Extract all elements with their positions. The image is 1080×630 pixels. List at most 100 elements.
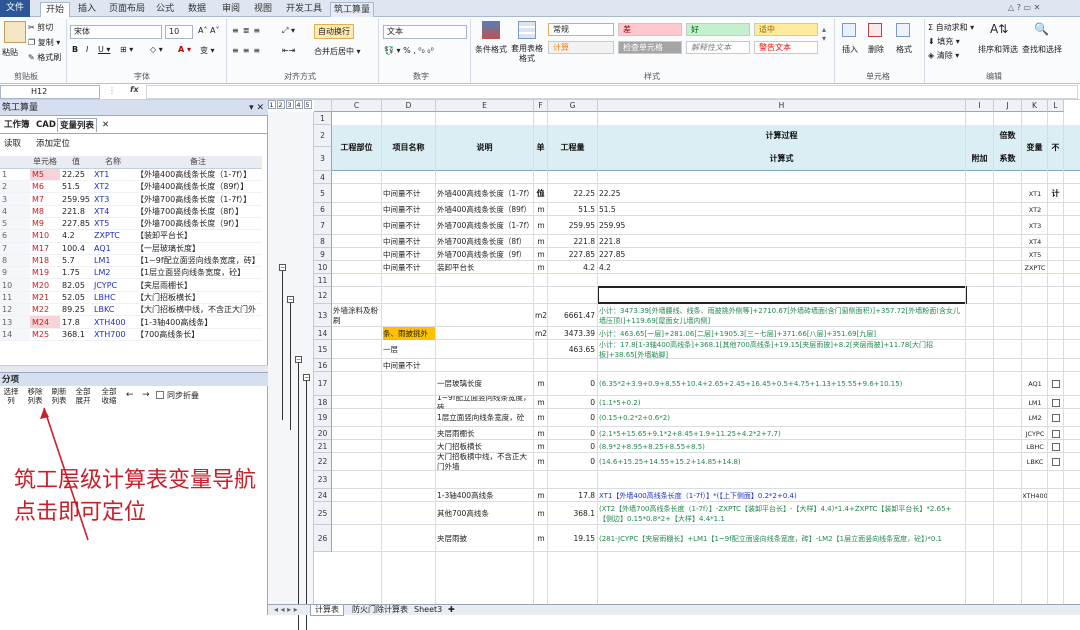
cell-formula[interactable]: 227.85 [599, 248, 965, 261]
sheet-tab-sheet3[interactable]: Sheet3 [410, 605, 446, 616]
row-header[interactable]: 13 [314, 304, 332, 327]
cell-item[interactable]: 一层 [383, 340, 435, 359]
arrow-left-icon[interactable]: ← [126, 390, 134, 400]
row-header[interactable]: 5 [314, 184, 332, 203]
cell-qty[interactable]: 51.5 [549, 203, 597, 216]
cell-formula[interactable] [599, 171, 965, 184]
phonetic-icon[interactable]: 变 ▾ [200, 45, 215, 56]
cell-var[interactable] [1023, 340, 1047, 359]
tab-home[interactable]: 开始 [40, 2, 70, 17]
row-header[interactable]: 1 [314, 112, 332, 125]
cell-qty[interactable]: 4.2 [549, 261, 597, 274]
cell-qty[interactable] [549, 171, 597, 184]
cell-var[interactable] [1023, 502, 1047, 525]
variable-row[interactable]: 4 M8 221.8 XT4 【外墙700高线条长度（8f）】 [0, 205, 262, 218]
fill-button[interactable]: ⬇ 填充 ▾ [928, 36, 960, 47]
cell-formula[interactable]: 4.2 [599, 261, 965, 274]
select-all-corner[interactable] [314, 100, 332, 112]
cell-unit[interactable]: m [535, 409, 547, 427]
format-painter-button[interactable]: ✎ 格式刷 [28, 52, 61, 63]
column-header[interactable]: E [436, 100, 534, 112]
row-header[interactable]: 2 [314, 125, 332, 147]
cell-unit[interactable]: m [535, 502, 547, 525]
horizontal-align-icons[interactable]: ≡≡≡ [232, 46, 264, 55]
font-name-select[interactable]: 宋体 [70, 25, 162, 39]
cell-qty[interactable]: 227.85 [549, 248, 597, 261]
variable-row[interactable]: 8 M18 5.7 LM1 【1~9f配立面竖向线条宽度，砖】 [0, 254, 262, 268]
tab-review[interactable]: 审阅 [218, 2, 244, 17]
row-header[interactable]: 16 [314, 359, 332, 372]
orientation-icon[interactable]: ⤢ ▾ [282, 26, 295, 36]
cell-desc[interactable]: 1层立面竖向线条宽度，砼 [437, 409, 533, 427]
outline-collapse-icon[interactable]: − [279, 264, 286, 271]
cell-var[interactable]: LM2 [1023, 409, 1047, 427]
add-locate-button[interactable]: 添加定位 [36, 137, 70, 149]
cell-var[interactable] [1023, 171, 1047, 184]
cell-qty[interactable]: 0 [549, 409, 597, 427]
cell-var[interactable] [1023, 274, 1047, 287]
cell-desc[interactable]: 外墙700高线条长度（8f） [437, 235, 533, 248]
variable-row[interactable]: 6 M10 4.2 ZXPTC 【装卸平台长】 [0, 229, 262, 243]
cell-desc[interactable] [437, 471, 533, 489]
nocalc-checkbox[interactable] [1052, 429, 1060, 438]
variable-row[interactable]: 2 M6 51.5 XT2 【外墙400高线条长度（89f）】 [0, 180, 262, 194]
cell-formula[interactable]: 51.5 [599, 203, 965, 216]
cell-qty[interactable]: 259.95 [549, 216, 597, 235]
cell-unit[interactable]: m [535, 453, 547, 471]
cell-formula[interactable]: (0.15+0.2*2+0.6*2) [599, 409, 965, 427]
column-header[interactable]: C [332, 100, 382, 112]
cell-unit[interactable]: m [535, 184, 547, 203]
outline-collapse-icon[interactable]: − [303, 374, 310, 381]
cell-unit[interactable] [535, 287, 547, 304]
tab-insert[interactable]: 插入 [74, 2, 100, 17]
sync-fold-checkbox[interactable] [156, 391, 164, 399]
row-header[interactable]: 17 [314, 372, 332, 396]
cell-formula[interactable]: (281-JCYPC【夹层雨棚长】+LM1【1~9f配立面竖向线条宽度，砖】-L… [599, 525, 965, 552]
cell-desc[interactable] [437, 274, 533, 287]
cell-unit[interactable]: m [535, 235, 547, 248]
underline-button[interactable]: U ▾ [98, 45, 110, 54]
cell-qty[interactable]: 22.25 [549, 184, 597, 203]
cell-var[interactable] [1023, 359, 1047, 372]
cell-desc[interactable]: 大门招板横中线，不含正大门外墙 [437, 453, 533, 471]
row-header[interactable]: 11 [314, 274, 332, 287]
conditional-format-icon[interactable] [482, 21, 500, 39]
column-header[interactable]: K [1022, 100, 1048, 112]
sheet-tab-calc[interactable]: 计算表 [310, 605, 344, 616]
cell-qty[interactable]: 6661.47 [549, 304, 597, 327]
number-format-select[interactable]: 文本 [383, 25, 467, 39]
cell-qty[interactable]: 0 [549, 440, 597, 453]
cell-unit[interactable]: m2 [535, 327, 547, 340]
tab-zhugong[interactable]: 筑工算量 [330, 2, 374, 17]
tab-view[interactable]: 视图 [250, 2, 276, 17]
style-normal[interactable]: 常规 [548, 23, 614, 36]
nocalc-checkbox[interactable] [1052, 398, 1060, 407]
cell-var[interactable]: XT1 [1023, 184, 1047, 203]
window-controls[interactable]: △ ? ▭ ✕ [1008, 3, 1040, 12]
table-format-button[interactable]: 套用表格格式 [510, 44, 544, 64]
outline-collapse-icon[interactable]: − [295, 356, 302, 363]
fx-icon[interactable]: fx [130, 85, 139, 94]
indent-icons[interactable]: ⇤⇥ [282, 46, 295, 55]
sort-filter-icon[interactable]: A⇅ [990, 22, 1008, 36]
styles-scroll-icon[interactable]: ▴ ▾ [822, 25, 826, 43]
cell-item[interactable]: 中间量不计 [383, 203, 435, 216]
italic-button[interactable]: I [86, 45, 88, 54]
variable-row[interactable]: 13 M24 17.8 XTH400 【1-3轴400高线条】 [0, 315, 262, 329]
cell-desc[interactable]: 外墙700高线条长度（1-7f） [437, 216, 533, 235]
row-header[interactable]: 22 [314, 453, 332, 471]
row-header[interactable]: 3 [314, 147, 332, 171]
cell-var[interactable]: XT4 [1023, 235, 1047, 248]
style-check-cell[interactable]: 检查单元格 [618, 41, 682, 54]
cell-part[interactable]: 外墙涂料及粉刷 [333, 304, 381, 327]
cell-item[interactable]: 外墙腰线、线条、雨披挑外侧等 [383, 327, 435, 340]
cell-desc[interactable]: 其他700高线条 [437, 502, 533, 525]
cell-var[interactable] [1023, 525, 1047, 552]
cell-var[interactable] [1023, 471, 1047, 489]
row-header[interactable]: 6 [314, 203, 332, 216]
cell-unit[interactable]: m [535, 525, 547, 552]
cell-unit[interactable] [535, 274, 547, 287]
row-header[interactable]: 18 [314, 396, 332, 409]
cell-desc[interactable] [437, 327, 533, 340]
sheet-nav-icons[interactable]: ◂ ◂ ▸ ▸ [270, 605, 302, 616]
